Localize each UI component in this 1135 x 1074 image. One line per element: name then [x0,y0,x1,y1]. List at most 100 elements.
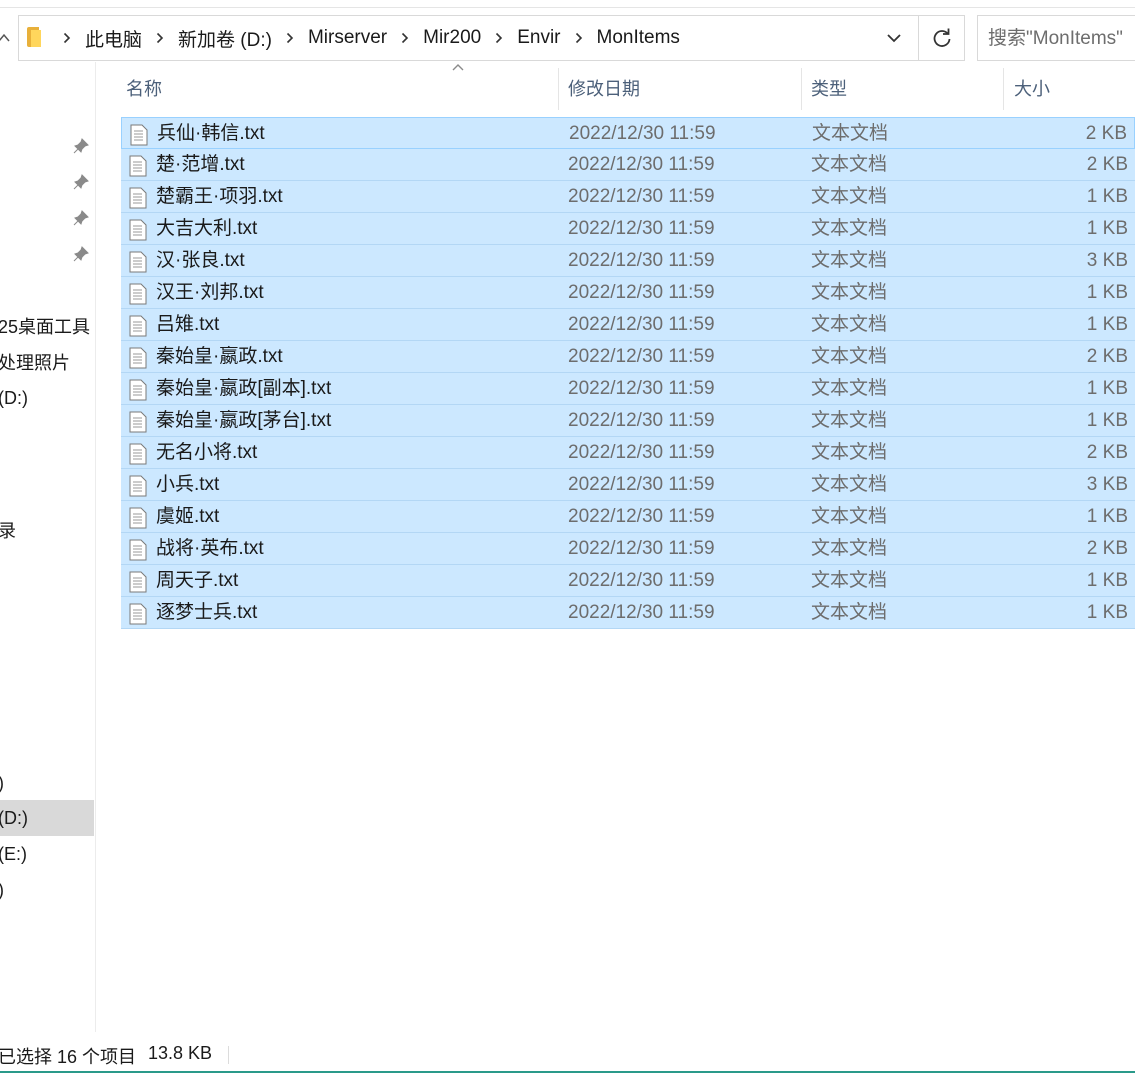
refresh-icon [933,28,950,47]
column-divider[interactable] [558,68,559,110]
selection-count: 已选择 16 个项目 [0,1047,137,1067]
file-row[interactable]: 周天子.txt 2022/12/30 11:59 文本文档 1 KB [121,565,1135,597]
text-file-icon [129,187,147,209]
column-header-size[interactable]: 大小 [1009,68,1135,110]
status-divider [228,1046,229,1064]
file-row[interactable]: 汉·张良.txt 2022/12/30 11:59 文本文档 3 KB [121,245,1135,277]
file-modified-date: 2022/12/30 11:59 [568,186,715,207]
pin-icon[interactable] [72,245,90,263]
nav-item-drive-c[interactable]: ) [0,765,94,801]
file-name[interactable]: 吕雉.txt [156,309,219,340]
file-modified-date: 2022/12/30 11:59 [568,314,715,335]
nav-item-folder[interactable]: 录 [0,513,94,549]
file-size: 2 KB [1086,346,1128,367]
file-modified-date: 2022/12/30 11:59 [568,154,715,175]
file-modified-date: 2022/12/30 11:59 [569,123,716,144]
file-row[interactable]: 秦始皇·嬴政.txt 2022/12/30 11:59 文本文档 2 KB [121,341,1135,373]
file-row[interactable]: 楚霸王·项羽.txt 2022/12/30 11:59 文本文档 1 KB [121,181,1135,213]
file-row[interactable]: 虞姬.txt 2022/12/30 11:59 文本文档 1 KB [121,501,1135,533]
breadcrumb-item[interactable]: Mirserver [302,27,393,49]
column-divider[interactable] [1003,68,1004,110]
file-size: 3 KB [1086,474,1128,495]
column-header-type[interactable]: 类型 [806,68,1002,110]
file-row[interactable]: 秦始皇·嬴政[副本].txt 2022/12/30 11:59 文本文档 1 KB [121,373,1135,405]
column-header-date[interactable]: 修改日期 [563,68,800,110]
chevron-down-icon [887,34,901,43]
file-name[interactable]: 兵仙·韩信.txt [157,118,265,149]
file-name[interactable]: 小兵.txt [156,469,219,500]
column-divider[interactable] [801,68,802,110]
up-level-button[interactable] [0,24,12,50]
file-type: 文本文档 [811,154,888,175]
file-row[interactable]: 逐梦士兵.txt 2022/12/30 11:59 文本文档 1 KB [121,597,1135,629]
file-row[interactable]: 战将·英布.txt 2022/12/30 11:59 文本文档 2 KB [121,533,1135,565]
file-modified-date: 2022/12/30 11:59 [568,250,715,271]
file-modified-date: 2022/12/30 11:59 [568,602,715,623]
file-name[interactable]: 汉·张良.txt [156,245,245,276]
file-type: 文本文档 [811,378,888,399]
breadcrumb-item[interactable]: 此电脑 [79,25,148,52]
pin-icon[interactable] [72,173,90,191]
chevron-right-icon[interactable] [148,32,172,44]
file-row[interactable]: 秦始皇·嬴政[茅台].txt 2022/12/30 11:59 文本文档 1 KB [121,405,1135,437]
file-row[interactable]: 小兵.txt 2022/12/30 11:59 文本文档 3 KB [121,469,1135,501]
file-size: 1 KB [1086,218,1128,239]
file-name[interactable]: 秦始皇·嬴政.txt [156,341,283,372]
refresh-button[interactable] [918,15,965,61]
file-type: 文本文档 [811,474,888,495]
pin-icon[interactable] [72,137,90,155]
file-row[interactable]: 无名小将.txt 2022/12/30 11:59 文本文档 2 KB [121,437,1135,469]
chevron-right-icon[interactable] [278,32,302,44]
nav-item-photos[interactable]: 处理照片 [0,345,94,381]
address-bar[interactable]: 此电脑 新加卷 (D:) Mirserver Mir200 Envir MonItems [18,15,918,61]
file-name[interactable]: 秦始皇·嬴政[茅台].txt [156,405,331,436]
file-row[interactable]: 汉王·刘邦.txt 2022/12/30 11:59 文本文档 1 KB [121,277,1135,309]
file-name[interactable]: 汉王·刘邦.txt [156,277,264,308]
file-size: 1 KB [1086,506,1128,527]
chevron-right-icon[interactable] [487,32,511,44]
nav-item-drive-d[interactable]: (D:) [0,800,94,836]
file-row[interactable]: 兵仙·韩信.txt 2022/12/30 11:59 文本文档 2 KB [121,117,1135,149]
breadcrumb-item[interactable]: MonItems [591,27,686,49]
file-size: 1 KB [1086,570,1128,591]
nav-item-desktop-tools[interactable]: 25桌面工具 [0,309,94,345]
file-type: 文本文档 [811,218,888,239]
file-row[interactable]: 大吉大利.txt 2022/12/30 11:59 文本文档 1 KB [121,213,1135,245]
nav-item-drive-d-quick[interactable]: (D:) [0,380,94,416]
nav-item-drive-other[interactable]: ) [0,872,94,908]
file-name[interactable]: 周天子.txt [156,565,238,596]
address-history-dropdown[interactable] [870,15,918,61]
text-file-icon [129,379,147,401]
file-modified-date: 2022/12/30 11:59 [568,378,715,399]
file-name[interactable]: 逐梦士兵.txt [156,597,257,628]
file-name[interactable]: 战将·英布.txt [156,533,264,564]
breadcrumb-item[interactable]: 新加卷 (D:) [172,25,278,52]
breadcrumb-item[interactable]: Envir [511,27,566,49]
selection-size: 13.8 KB [148,1043,213,1063]
file-row[interactable]: 吕雉.txt 2022/12/30 11:59 文本文档 1 KB [121,309,1135,341]
file-name[interactable]: 楚·范增.txt [156,149,245,180]
chevron-right-icon[interactable] [393,32,417,44]
chevron-right-icon[interactable] [55,32,79,44]
pin-icon[interactable] [72,209,90,227]
column-header-name[interactable]: 名称 [121,68,558,110]
file-name[interactable]: 无名小将.txt [156,437,257,468]
breadcrumb-item[interactable]: Mir200 [417,27,487,49]
file-size: 1 KB [1086,602,1128,623]
file-name[interactable]: 秦始皇·嬴政[副本].txt [156,373,331,404]
chevron-right-icon[interactable] [567,32,591,44]
search-box[interactable] [977,15,1135,61]
file-type: 文本文档 [811,506,888,527]
text-file-icon [129,155,147,177]
file-type: 文本文档 [812,123,889,144]
chevron-up-icon [0,33,10,42]
file-row[interactable]: 楚·范增.txt 2022/12/30 11:59 文本文档 2 KB [121,149,1135,181]
nav-item-drive-e[interactable]: (E:) [0,836,94,872]
text-file-icon [129,315,147,337]
file-type: 文本文档 [811,442,888,463]
search-input[interactable] [988,26,1135,52]
file-name[interactable]: 大吉大利.txt [156,213,257,244]
file-name[interactable]: 楚霸王·项羽.txt [156,181,283,212]
text-file-icon [129,571,147,593]
file-name[interactable]: 虞姬.txt [156,501,219,532]
